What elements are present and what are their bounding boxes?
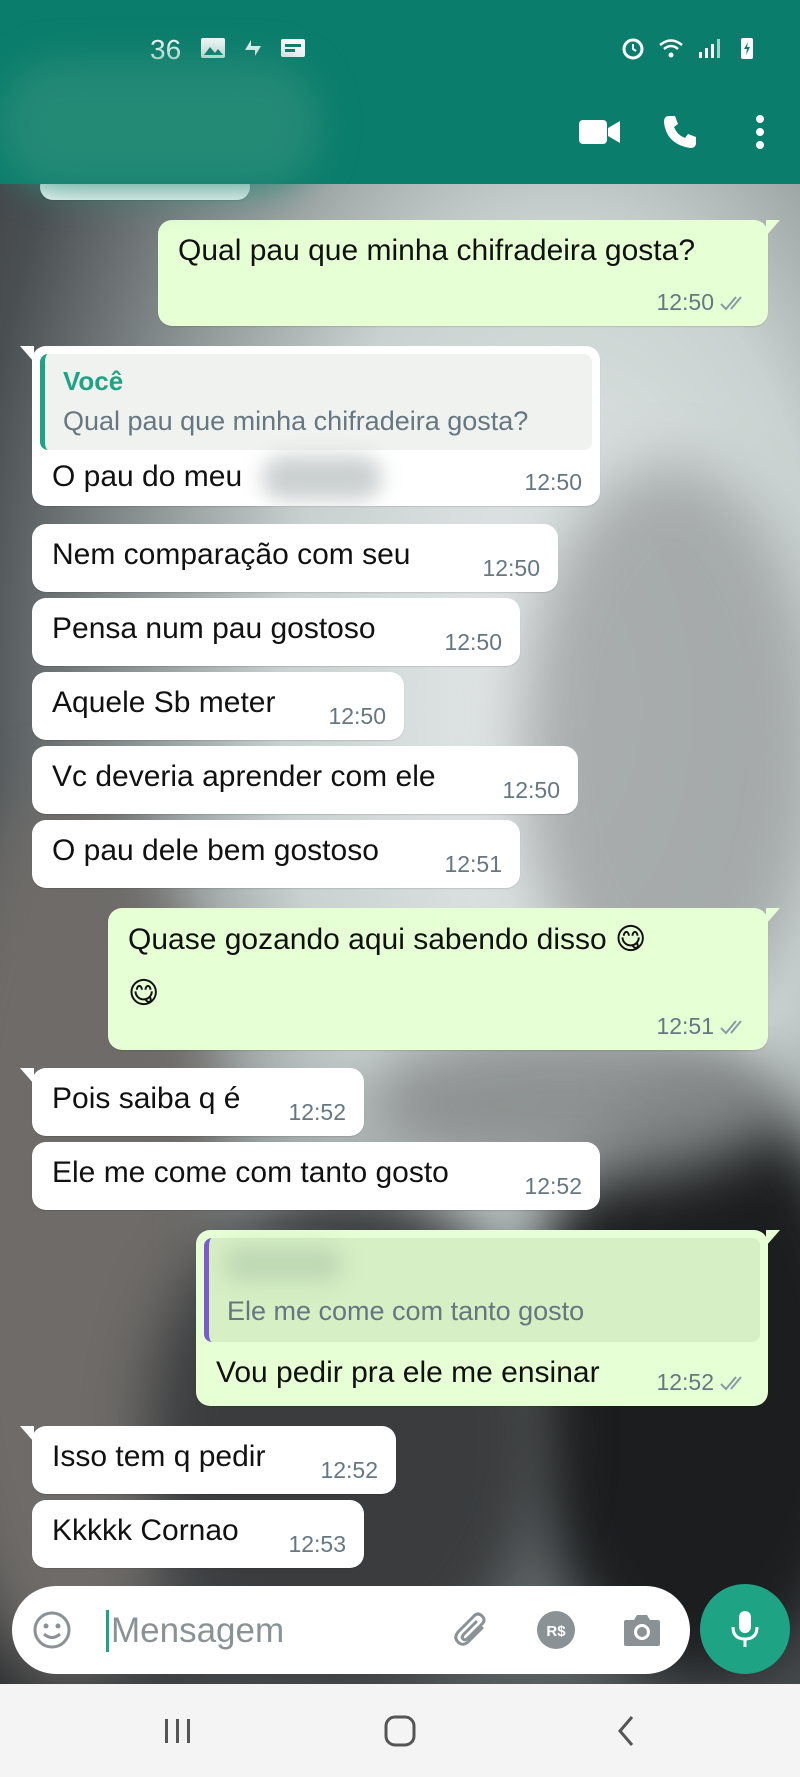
message-time: 12:50: [524, 469, 582, 495]
redacted-name: [262, 456, 382, 500]
quoted-message[interactable]: Você Qual pau que minha chifradeira gost…: [40, 354, 592, 450]
back-button[interactable]: [596, 1706, 656, 1756]
read-receipt-icon: [720, 1375, 742, 1390]
message-time: 12:52: [288, 1099, 346, 1125]
message-text: Vc deveria aprender com ele: [52, 760, 436, 793]
message-text: Kkkkk Cornao: [52, 1514, 239, 1547]
message-text: O pau do meu: [52, 460, 243, 493]
message-time: 12:51: [444, 851, 502, 877]
voice-call-button[interactable]: [640, 108, 720, 156]
message-bubble[interactable]: Qual pau que minha chifradeira gosta? 12…: [158, 220, 780, 326]
message-text: O pau dele bem gostoso: [52, 834, 379, 867]
voice-message-button[interactable]: [700, 1584, 790, 1674]
signal-icon: [699, 39, 720, 58]
message-bubble[interactable]: Pensa num pau gostoso 12:50: [32, 598, 520, 666]
quote-author: Você: [63, 366, 124, 396]
message-text: Pois saiba q é: [52, 1082, 241, 1115]
camera-icon: [624, 1615, 660, 1646]
message-bubble[interactable]: Quase gozando aqui sabendo disso 😋 😋 12:…: [108, 908, 780, 1050]
message-input[interactable]: Mensagem: [106, 1610, 284, 1652]
message-composer: Mensagem R$: [12, 1586, 690, 1674]
battery-icon: [741, 38, 753, 59]
payment-button[interactable]: R$: [534, 1608, 578, 1652]
home-button[interactable]: [370, 1706, 430, 1756]
message-text: Aquele Sb meter: [52, 686, 276, 719]
home-icon: [384, 1715, 416, 1747]
message-text: Isso tem q pedir: [52, 1440, 266, 1473]
message-time: 12:50: [328, 703, 386, 729]
recent-apps-button[interactable]: [148, 1706, 208, 1756]
read-receipt-icon: [720, 295, 742, 310]
message-time: 12:50: [656, 289, 714, 315]
quoted-message[interactable]: Ele me come com tanto gosto: [204, 1238, 760, 1342]
attach-icon: [454, 1612, 486, 1646]
more-options-icon: [756, 115, 764, 149]
message-bubble[interactable]: Aquele Sb meter 12:50: [32, 672, 404, 740]
message-list[interactable]: Qual pau que minha chifradeira gosta? 12…: [0, 174, 800, 1584]
message-bubble[interactable]: Ele me come com tanto gosto Vou pedir pr…: [196, 1230, 780, 1406]
recent-apps-icon: [165, 1719, 190, 1743]
camera-button[interactable]: [620, 1608, 664, 1652]
message-bubble[interactable]: O pau dele bem gostoso 12:51: [32, 820, 520, 888]
app-header: 36: [0, 0, 800, 190]
redacted-contact: [0, 60, 320, 190]
quote-text: Qual pau que minha chifradeira gosta?: [63, 406, 529, 436]
message-time: 12:53: [288, 1531, 346, 1557]
message-bubble[interactable]: Kkkkk Cornao 12:53: [32, 1500, 364, 1568]
emoji-icon: [33, 1611, 71, 1649]
mic-icon: [731, 1611, 759, 1647]
message-time: 12:51: [656, 1013, 714, 1039]
redacted-quote-author: [223, 1246, 343, 1282]
message-text: Nem comparação com seu: [52, 538, 411, 571]
message-text: Ele me come com tanto gosto: [52, 1156, 449, 1189]
message-text: Quase gozando aqui sabendo disso 😋: [128, 923, 647, 956]
message-time: 12:50: [444, 629, 502, 655]
message-time: 12:52: [524, 1173, 582, 1199]
message-text: Vou pedir pra ele me ensinar: [216, 1356, 600, 1389]
wifi-icon: [659, 39, 683, 58]
phone-icon: [664, 116, 696, 148]
message-text: Qual pau que minha chifradeira gosta?: [178, 234, 696, 267]
message-bubble[interactable]: Ele me come com tanto gosto 12:52: [32, 1142, 600, 1210]
message-time: 12:50: [502, 777, 560, 803]
video-call-icon: [579, 120, 620, 144]
message-bubble[interactable]: Pois saiba q é 12:52: [20, 1068, 364, 1136]
read-receipt-icon: [720, 1019, 742, 1034]
alarm-icon: [622, 38, 644, 60]
message-bubble[interactable]: Nem comparação com seu 12:50: [32, 524, 558, 592]
message-time: 12:50: [482, 555, 540, 581]
sync-icon: [245, 40, 261, 56]
message-time: 12:52: [320, 1457, 378, 1483]
message-time: 12:52: [656, 1369, 714, 1395]
message-bubble[interactable]: Isso tem q pedir 12:52: [20, 1426, 396, 1494]
message-emoji: 😋: [128, 977, 160, 1010]
quote-text: Ele me come com tanto gosto: [227, 1296, 585, 1326]
message-bubble[interactable]: Vc deveria aprender com ele 12:50: [32, 746, 578, 814]
message-text: Pensa num pau gostoso: [52, 612, 376, 645]
more-options-button[interactable]: [720, 108, 800, 156]
gallery-icon: [201, 38, 225, 58]
back-icon: [618, 1716, 634, 1746]
payment-icon: R$: [537, 1611, 575, 1649]
emoji-button[interactable]: [30, 1608, 74, 1652]
svg-text:R$: R$: [546, 1623, 566, 1640]
message-bubble[interactable]: Você Qual pau que minha chifradeira gost…: [20, 346, 600, 506]
video-call-button[interactable]: [560, 108, 640, 156]
attach-button[interactable]: [450, 1608, 494, 1652]
notification-icon: [281, 39, 305, 57]
system-nav-bar: [0, 1684, 800, 1777]
